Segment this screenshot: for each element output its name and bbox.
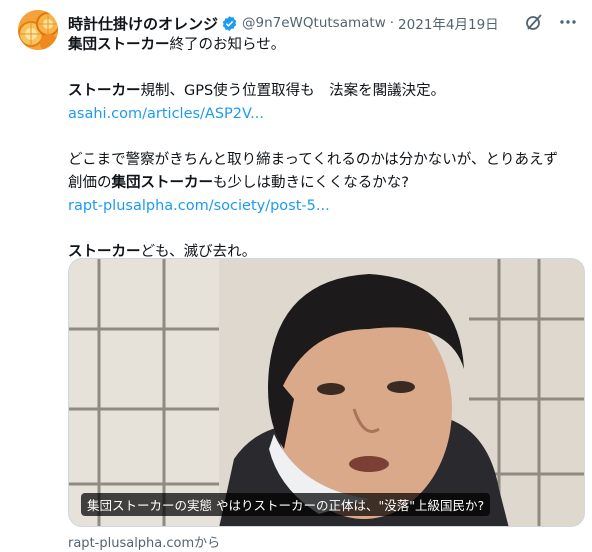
card-source[interactable]: rapt-plusalpha.comから (68, 532, 220, 551)
text-segment: 終了のお知らせ。 (169, 37, 286, 53)
text-segment: 創価の (68, 175, 112, 191)
verified-badge-icon (222, 15, 237, 31)
text-line-4: 創価の集団ストーカーも少しは動きにくくなるかな? (68, 172, 582, 195)
tweet-header: 時計仕掛けのオレンジ @9n7eWQtutsamatw · 2021年4月19日 (68, 12, 499, 34)
text-line-1: 集団ストーカー終了のお知らせ。 (68, 34, 582, 57)
header-separator: · (389, 15, 395, 31)
text-line-2: ストーカー規制、GPS使う位置取得も 法案を閣議決定。 (68, 80, 582, 103)
rapt-link[interactable]: rapt-plusalpha.com/society/post-5... (68, 198, 330, 214)
user-handle[interactable]: @9n7eWQtutsamatw (242, 15, 386, 31)
text-line-3: どこまで警察がきちんと取り締まってくれるのかは分かないが、とりあえず (68, 152, 558, 168)
tweet-text: 集団ストーカー終了のお知らせ。 ストーカー規制、GPS使う位置取得も 法案を閣議… (68, 34, 582, 264)
bold-keyword: ストーカー (68, 83, 141, 99)
link-card[interactable]: 集団ストーカーの実態 やはりストーカーの正体は、"没落"上級国民か? (68, 258, 585, 527)
text-segment: も少しは動きにくくなるかな? (213, 175, 409, 191)
orange-slices-avatar-icon (18, 10, 58, 50)
asahi-link[interactable]: asahi.com/articles/ASP2V... (68, 106, 264, 122)
avatar[interactable] (18, 10, 58, 50)
more-options-icon[interactable] (558, 12, 578, 32)
card-image (69, 259, 584, 526)
hashtag-like-bold: 集団ストーカー (68, 37, 170, 53)
bold-keyword: 集団ストーカー (111, 175, 214, 191)
header-actions (524, 12, 578, 32)
card-caption: 集団ストーカーの実態 やはりストーカーの正体は、"没落"上級国民か? (81, 493, 491, 516)
tweet: 時計仕掛けのオレンジ @9n7eWQtutsamatw · 2021年4月19日… (0, 0, 592, 552)
tweet-date[interactable]: 2021年4月19日 (398, 13, 499, 33)
text-segment: 規制、GPS使う位置取得も 法案を閣議決定。 (140, 83, 446, 99)
grok-icon[interactable] (524, 12, 544, 32)
display-name[interactable]: 時計仕掛けのオレンジ (68, 13, 218, 34)
